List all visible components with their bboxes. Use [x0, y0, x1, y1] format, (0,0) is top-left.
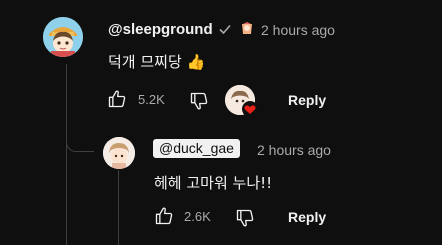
comment-timestamp[interactable]: 2 hours ago	[261, 22, 335, 38]
thread-line-curve	[66, 64, 94, 152]
reply-author-chip[interactable]: @duck_gae	[153, 139, 240, 158]
comment-author[interactable]: @sleepground	[108, 21, 213, 38]
check-icon	[218, 22, 232, 36]
thumbs-up-icon	[155, 207, 173, 225]
like-count: 5.2K	[138, 92, 165, 107]
creator-heart-icon	[225, 85, 258, 117]
creator-badge-icon	[239, 21, 255, 37]
reply-like-button[interactable]	[154, 206, 174, 226]
thread-line-reply	[118, 170, 119, 245]
reply-reply-button[interactable]: Reply	[288, 209, 326, 225]
reply-dislike-button[interactable]	[235, 208, 255, 228]
reply-button[interactable]: Reply	[288, 92, 326, 108]
thumbs-up-icon	[108, 90, 126, 108]
reply-like-count: 2.6K	[184, 209, 211, 224]
thumbs-down-icon	[190, 92, 208, 110]
thumbs-down-icon	[236, 209, 254, 227]
commenter-avatar[interactable]	[43, 17, 83, 57]
comment-text: 덕개 므찌당 👍	[108, 53, 206, 71]
reply-avatar[interactable]	[103, 137, 135, 169]
dislike-button[interactable]	[189, 91, 209, 111]
reply-text: 헤헤 고마워 누나!!	[154, 174, 273, 192]
reply-timestamp[interactable]: 2 hours ago	[257, 142, 331, 158]
like-button[interactable]	[107, 89, 127, 109]
